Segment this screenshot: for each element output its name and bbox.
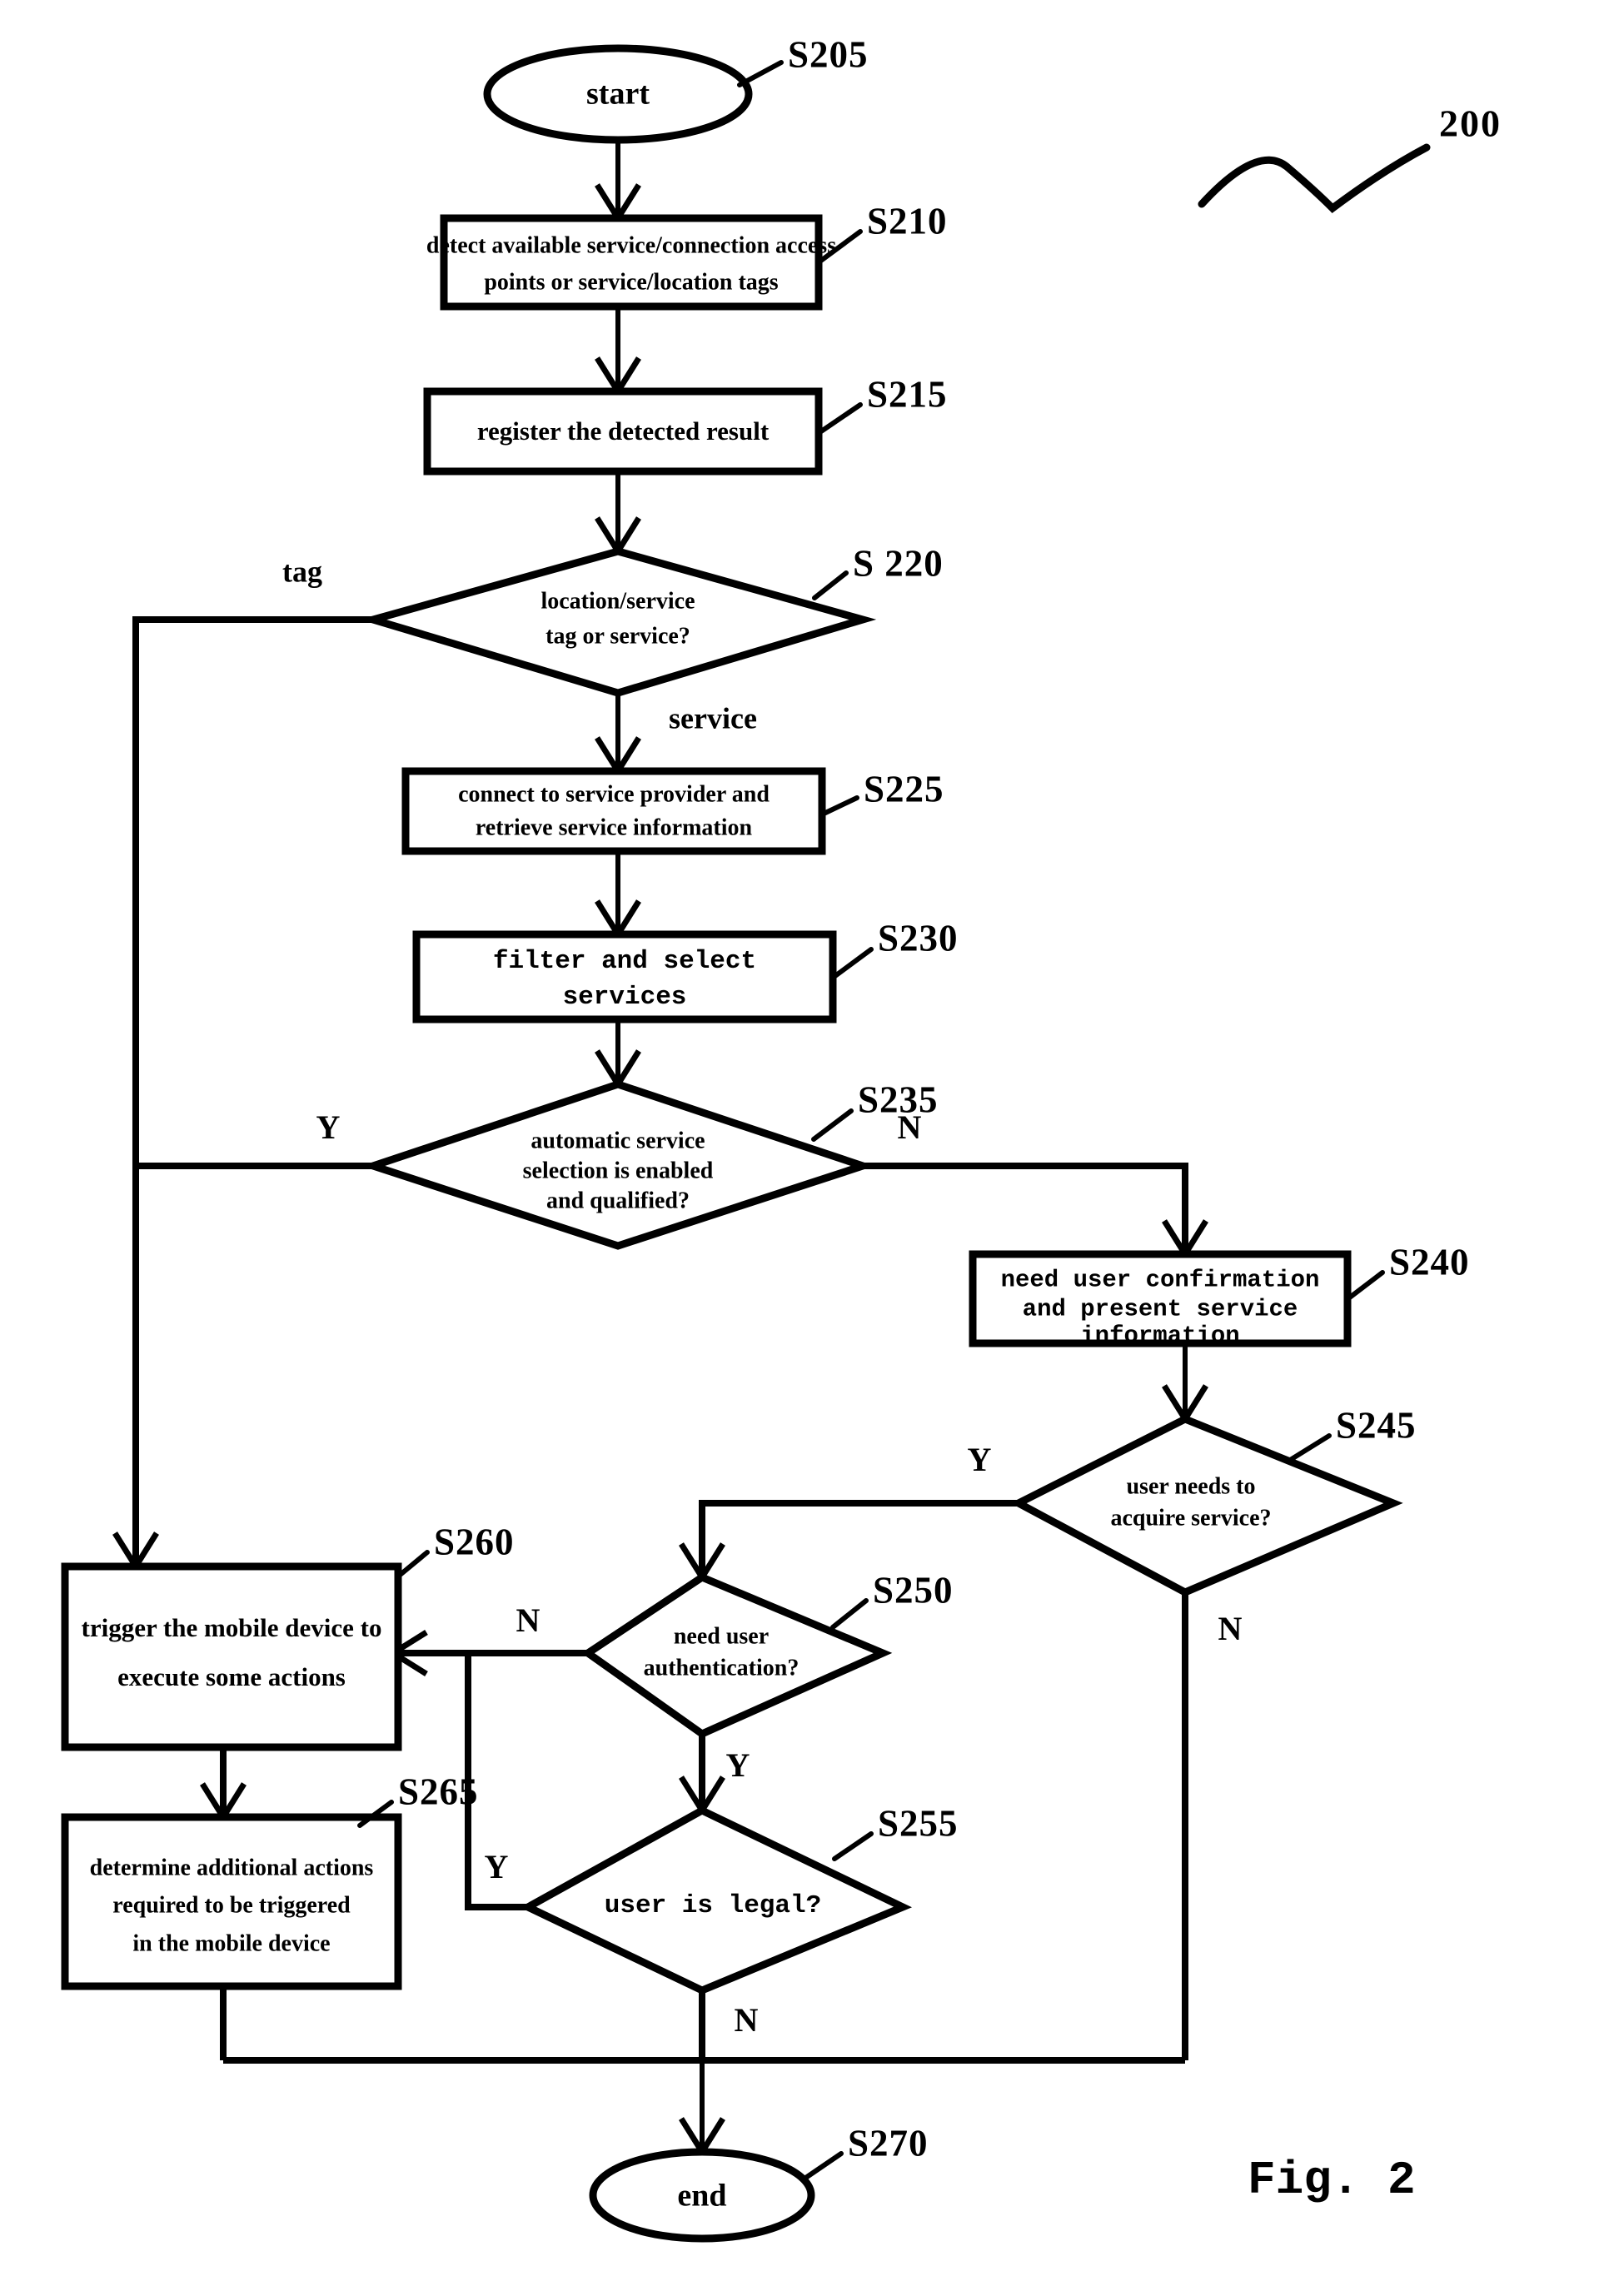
step-ref-s245: S245 xyxy=(1336,1404,1417,1446)
connector-s245-yes-to-s250 xyxy=(699,1500,1019,1572)
connector-s220-tag-to-s260 xyxy=(132,616,471,1561)
node-s220-tag-or-service[interactable]: location/service tag or service? xyxy=(359,547,877,697)
node-label-s240-line2: and present service xyxy=(1023,1296,1298,1323)
branch-label-s220-service: service xyxy=(669,701,757,735)
node-label-s235-line2: selection is enabled xyxy=(523,1158,714,1183)
node-s255-user-is-legal[interactable]: user is legal? xyxy=(520,1805,913,1995)
process-box-s260 xyxy=(61,1562,402,1751)
branch-label-s235-yes: Y xyxy=(316,1108,341,1146)
leader-s235 xyxy=(811,1108,854,1142)
node-s240-user-confirmation[interactable]: need user confirmation and present servi… xyxy=(969,1250,1352,1350)
leader-s205 xyxy=(737,60,784,87)
node-label-s210-line1: detect available service/connection acce… xyxy=(426,232,836,258)
node-label-s215-line1: register the detected result xyxy=(477,416,770,446)
node-label-s265-line2: required to be triggered xyxy=(112,1892,351,1918)
flowchart-canvas: start S205 detect available service/conn… xyxy=(61,33,1502,2243)
branch-label-s250-yes: Y xyxy=(726,1746,750,1784)
step-ref-s205: S205 xyxy=(788,33,869,75)
node-label-s270: end xyxy=(677,2179,726,2214)
node-label-s225-line1: connect to service provider and xyxy=(458,781,770,807)
node-label-s225-line2: retrieve service information xyxy=(476,814,753,840)
leader-s240 xyxy=(1345,1270,1385,1302)
assembly-squiggle-icon xyxy=(1198,143,1431,213)
node-label-s245-line2: acquire service? xyxy=(1110,1505,1271,1531)
node-label-s250-line2: authentication? xyxy=(644,1655,800,1681)
node-label-s235-line3: and qualified? xyxy=(546,1188,690,1213)
step-ref-s230: S230 xyxy=(878,917,959,959)
node-s260-trigger-device[interactable]: trigger the mobile device to execute som… xyxy=(61,1562,402,1751)
step-ref-s210: S210 xyxy=(867,200,948,242)
step-ref-s250: S250 xyxy=(873,1569,954,1611)
branch-label-s255-no: N xyxy=(735,2001,759,2039)
branch-label-s235-no: N xyxy=(898,1108,922,1146)
node-s265-additional-actions[interactable]: determine additional actions required to… xyxy=(61,1813,402,1990)
branch-label-s255-yes: Y xyxy=(485,1848,509,1885)
node-label-s240-line1: need user confirmation xyxy=(1001,1267,1320,1294)
step-ref-s270: S270 xyxy=(848,2122,929,2164)
step-ref-s260: S260 xyxy=(434,1521,515,1562)
node-s225-connect-provider[interactable]: connect to service provider and retrieve… xyxy=(401,767,826,855)
step-ref-s225: S225 xyxy=(864,768,944,809)
node-label-s210-line2: points or service/location tags xyxy=(484,269,778,295)
node-label-s265-line1: determine additional actions xyxy=(90,1855,374,1880)
leader-s225 xyxy=(819,795,859,817)
leader-s260 xyxy=(396,1550,430,1579)
figure-caption: Fig. 2 xyxy=(1248,2154,1416,2207)
step-ref-s215: S215 xyxy=(867,373,948,415)
leader-s270 xyxy=(802,2151,844,2181)
node-s270-end[interactable]: end xyxy=(589,2148,815,2243)
node-s230-filter-select[interactable]: filter and select services xyxy=(412,930,837,1023)
node-s235-auto-selection[interactable]: automatic service selection is enabled a… xyxy=(361,1080,875,1250)
leader-s220 xyxy=(812,570,849,600)
node-label-s220-line2: tag or service? xyxy=(545,623,690,649)
branch-label-s220-tag: tag xyxy=(282,555,322,588)
step-ref-s220: S 220 xyxy=(853,542,944,584)
node-label-s230-line2: services xyxy=(563,983,687,1012)
branch-label-s245-yes: Y xyxy=(968,1441,992,1478)
leader-s245 xyxy=(1285,1433,1332,1464)
node-label-s235-line1: automatic service xyxy=(531,1128,705,1153)
branch-label-s245-no: N xyxy=(1218,1610,1243,1647)
node-s250-need-authentication[interactable]: need user authentication? xyxy=(581,1572,893,1739)
connector-s235-no-to-s240 xyxy=(863,1163,1188,1249)
step-ref-s265: S265 xyxy=(398,1771,479,1812)
node-label-s220-line1: location/service xyxy=(540,588,695,614)
leader-s255 xyxy=(832,1831,874,1861)
patent-figure-flowchart: start S205 detect available service/conn… xyxy=(0,0,1604,2296)
node-label-s260-line2: execute some actions xyxy=(117,1662,346,1691)
branch-label-s250-no: N xyxy=(516,1601,540,1639)
node-label-s240-line3: information xyxy=(1080,1322,1239,1350)
node-s210-detect[interactable]: detect available service/connection acce… xyxy=(426,214,836,311)
node-label-s245-line1: user needs to xyxy=(1126,1473,1255,1499)
leader-s230 xyxy=(830,947,874,980)
decision-diamond-s220 xyxy=(359,547,877,697)
node-s205-start[interactable]: start xyxy=(483,44,753,144)
node-label-s265-line3: in the mobile device xyxy=(132,1930,330,1956)
leader-s250 xyxy=(830,1598,869,1630)
step-ref-s240: S240 xyxy=(1389,1241,1470,1282)
node-label-s260-line1: trigger the mobile device to xyxy=(82,1613,382,1642)
node-label-s255-line1: user is legal? xyxy=(605,1891,821,1920)
node-s215-register[interactable]: register the detected result xyxy=(423,387,823,476)
node-label-s205: start xyxy=(586,77,650,112)
node-label-s230-line1: filter and select xyxy=(493,947,756,976)
node-label-s250-line1: need user xyxy=(674,1623,769,1649)
assembly-reference-200: 200 xyxy=(1439,102,1502,145)
leader-s215 xyxy=(816,402,863,436)
step-ref-s255: S255 xyxy=(878,1802,959,1844)
